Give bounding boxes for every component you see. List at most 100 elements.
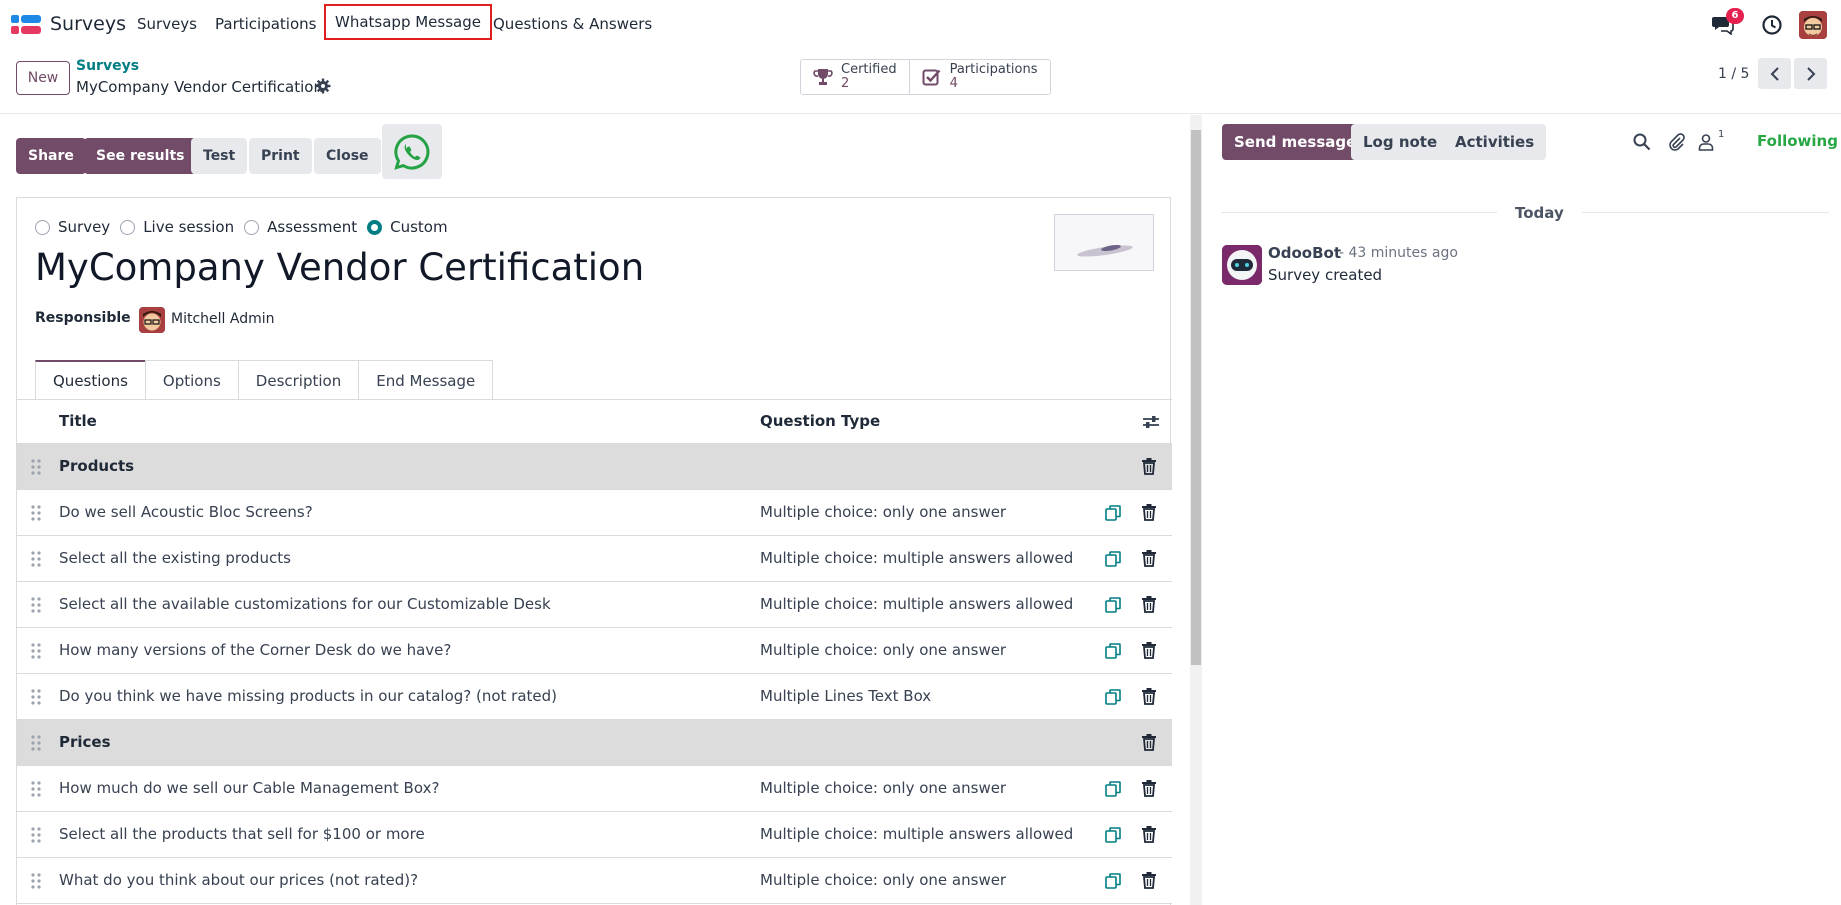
optional-columns-icon[interactable] bbox=[1142, 414, 1160, 430]
trash-icon[interactable] bbox=[1141, 871, 1157, 889]
row-title: Prices bbox=[59, 733, 111, 751]
drag-handle-icon[interactable] bbox=[29, 504, 43, 522]
trash-icon[interactable] bbox=[1141, 779, 1157, 797]
new-button[interactable]: New bbox=[16, 61, 70, 95]
trash-icon[interactable] bbox=[1141, 641, 1157, 659]
drag-handle-icon[interactable] bbox=[29, 688, 43, 706]
drag-handle-icon[interactable] bbox=[29, 550, 43, 568]
survey-title-field[interactable]: MyCompany Vendor Certification bbox=[35, 246, 644, 289]
section-row[interactable]: Prices bbox=[17, 720, 1172, 766]
drag-handle-icon[interactable] bbox=[29, 458, 43, 476]
row-title: How many versions of the Corner Desk do … bbox=[59, 641, 452, 659]
print-button[interactable]: Print bbox=[249, 138, 312, 174]
message-author[interactable]: OdooBot bbox=[1268, 244, 1341, 262]
copy-icon[interactable] bbox=[1104, 780, 1122, 798]
trash-icon[interactable] bbox=[1141, 503, 1157, 521]
certified-label: Certified bbox=[841, 62, 897, 77]
test-button[interactable]: Test bbox=[191, 138, 248, 174]
responsible-field[interactable]: Mitchell Admin bbox=[171, 311, 275, 327]
question-row[interactable]: How much do we sell our Cable Management… bbox=[17, 766, 1172, 812]
copy-icon[interactable] bbox=[1104, 550, 1122, 568]
row-title: Do we sell Acoustic Bloc Screens? bbox=[59, 503, 313, 521]
menu-questions-answers[interactable]: Questions & Answers bbox=[493, 15, 652, 33]
tab-end-message[interactable]: End Message bbox=[358, 360, 494, 400]
checkbox-icon bbox=[922, 69, 940, 86]
certified-smart-button[interactable]: Certified 2 bbox=[801, 60, 909, 94]
question-row[interactable]: Select all the available customizations … bbox=[17, 582, 1172, 628]
odoobot-avatar[interactable] bbox=[1222, 245, 1262, 285]
copy-icon[interactable] bbox=[1104, 872, 1122, 890]
menu-surveys[interactable]: Surveys bbox=[137, 15, 197, 33]
search-icon[interactable] bbox=[1632, 132, 1652, 152]
messaging-menu[interactable]: 6 bbox=[1712, 8, 1744, 37]
app-name[interactable]: Surveys bbox=[50, 13, 126, 35]
breadcrumb-surveys[interactable]: Surveys bbox=[76, 58, 139, 74]
pager-next-button[interactable] bbox=[1794, 58, 1827, 89]
pager-previous-button[interactable] bbox=[1758, 58, 1791, 89]
whatsapp-icon bbox=[394, 133, 430, 170]
drag-handle-icon[interactable] bbox=[29, 642, 43, 660]
trash-icon[interactable] bbox=[1141, 595, 1157, 613]
section-row[interactable]: Products bbox=[17, 444, 1172, 490]
gear-icon[interactable] bbox=[315, 78, 331, 94]
following-button[interactable]: Following bbox=[1757, 132, 1838, 150]
question-row[interactable]: Select all the products that sell for $1… bbox=[17, 812, 1172, 858]
share-button[interactable]: Share bbox=[16, 138, 86, 174]
row-title: How much do we sell our Cable Management… bbox=[59, 779, 440, 797]
radio-custom[interactable]: Custom bbox=[367, 218, 448, 236]
log-note-button[interactable]: Log note bbox=[1351, 124, 1450, 160]
question-row[interactable]: What do you think about our prices (not … bbox=[17, 858, 1172, 904]
copy-icon[interactable] bbox=[1104, 642, 1122, 660]
see-results-button[interactable]: See results bbox=[84, 138, 197, 174]
close-button[interactable]: Close bbox=[314, 138, 381, 174]
form-scrollbar-thumb[interactable] bbox=[1191, 130, 1201, 665]
copy-icon[interactable] bbox=[1104, 596, 1122, 614]
followers-count: 1 bbox=[1718, 129, 1725, 140]
menu-participations[interactable]: Participations bbox=[215, 15, 316, 33]
drag-handle-icon[interactable] bbox=[29, 734, 43, 752]
trash-icon[interactable] bbox=[1141, 549, 1157, 567]
row-title: Do you think we have missing products in… bbox=[59, 687, 558, 705]
question-row[interactable]: How many versions of the Corner Desk do … bbox=[17, 628, 1172, 674]
whatsapp-button[interactable] bbox=[382, 124, 442, 179]
participations-count: 4 bbox=[949, 76, 958, 91]
drag-handle-icon[interactable] bbox=[29, 872, 43, 890]
chatter-panel: Send message Log note Activities bbox=[1205, 115, 1841, 905]
row-question-type: Multiple choice: only one answer bbox=[760, 871, 1007, 889]
send-message-button[interactable]: Send message bbox=[1222, 124, 1369, 160]
trash-icon[interactable] bbox=[1141, 825, 1157, 843]
copy-icon[interactable] bbox=[1104, 826, 1122, 844]
question-row[interactable]: Select all the existing products Multiple… bbox=[17, 536, 1172, 582]
user-avatar[interactable] bbox=[1799, 11, 1827, 39]
smart-buttons: Certified 2 Participations 4 bbox=[800, 59, 1051, 95]
row-question-type: Multiple choice: only one answer bbox=[760, 779, 1007, 797]
copy-icon[interactable] bbox=[1104, 504, 1122, 522]
survey-background-image[interactable] bbox=[1054, 214, 1154, 271]
tab-description[interactable]: Description bbox=[237, 360, 360, 400]
clock-icon[interactable] bbox=[1761, 14, 1783, 36]
radio-assessment[interactable]: Assessment bbox=[244, 218, 357, 236]
trash-icon[interactable] bbox=[1141, 687, 1157, 705]
menu-whatsapp-message[interactable]: Whatsapp Message bbox=[324, 4, 492, 40]
question-row[interactable]: Do we sell Acoustic Bloc Screens? Multipl… bbox=[17, 490, 1172, 536]
trash-icon[interactable] bbox=[1141, 733, 1157, 751]
paperclip-icon[interactable] bbox=[1666, 132, 1686, 152]
app-menu-icon[interactable] bbox=[11, 15, 41, 35]
radio-live-session[interactable]: Live session bbox=[120, 218, 234, 236]
drag-handle-icon[interactable] bbox=[29, 826, 43, 844]
copy-icon[interactable] bbox=[1104, 688, 1122, 706]
user-icon[interactable] bbox=[1696, 132, 1716, 152]
row-question-type: Multiple choice: only one answer bbox=[760, 503, 1007, 521]
trash-icon[interactable] bbox=[1141, 457, 1157, 475]
pager-value[interactable]: 1 / 5 bbox=[1718, 66, 1749, 82]
question-row[interactable]: Do you think we have missing products in… bbox=[17, 674, 1172, 720]
participations-smart-button[interactable]: Participations 4 bbox=[908, 60, 1050, 94]
tab-questions[interactable]: Questions bbox=[35, 360, 146, 400]
column-title[interactable]: Title bbox=[59, 412, 97, 430]
tab-options[interactable]: Options bbox=[144, 360, 239, 400]
drag-handle-icon[interactable] bbox=[29, 780, 43, 798]
activities-button[interactable]: Activities bbox=[1443, 124, 1547, 160]
drag-handle-icon[interactable] bbox=[29, 596, 43, 614]
column-question-type[interactable]: Question Type bbox=[760, 412, 880, 430]
radio-survey[interactable]: Survey bbox=[35, 218, 110, 236]
